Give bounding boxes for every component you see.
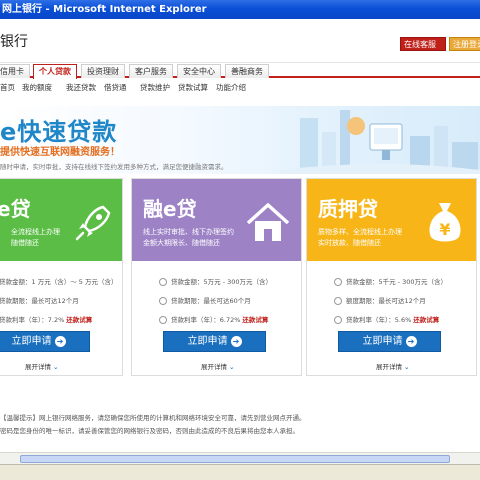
card-header: 质押贷 质物多样、全流程线上办理 实时放款、随借随还 ¥	[307, 179, 476, 261]
page-header: 银行 在线客服 注册登录	[0, 19, 480, 63]
bank-logo-text: 银行	[0, 34, 28, 50]
loan-rate: 贷款利率（年）：6.72% 还款试算	[159, 314, 268, 326]
subnav-loan-calculator[interactable]: 贷款试算	[178, 80, 208, 96]
subnav-loan-maintenance[interactable]: 贷款维护	[140, 80, 170, 96]
online-service-button[interactable]: 在线客服	[400, 37, 446, 51]
loan-card-e-dai: e贷 全流程线上办理 随借随还 贷款金额：1 万元（含）～ 5 万元（含） 贷款…	[0, 178, 123, 376]
scrollbar-thumb[interactable]	[20, 455, 450, 463]
rocket-icon	[75, 205, 111, 241]
tab-personal-loan[interactable]: 个人贷款	[33, 64, 77, 79]
subnav-my-limit[interactable]: 我的额度	[22, 80, 52, 96]
loan-term: 额度期限：最长可达12个月	[334, 295, 426, 307]
apply-now-button[interactable]: 立即申请 ➔	[163, 331, 266, 352]
card-desc: 线上实时审批、线下办理签约 金额大期限长、随借随还	[143, 227, 234, 249]
tab-customer-service[interactable]: 客户服务	[129, 64, 173, 78]
house-icon	[246, 203, 290, 241]
window-title: 网上银行 - Microsoft Internet Explorer	[2, 4, 207, 15]
expand-details-link[interactable]: 展开详情 ⌄	[25, 361, 58, 371]
loan-term: 贷款期限：最长可达12个月	[0, 297, 79, 305]
security-notice: 【温馨提示】网上银行网络服务，请您确保您所使用的计算机和网络环境安全可靠，请先到…	[0, 412, 480, 446]
money-bag-icon: ¥	[429, 203, 461, 242]
subnav-feature-intro[interactable]: 功能介绍	[216, 80, 246, 96]
subnav-jiedaitong[interactable]: 借贷通	[104, 80, 127, 96]
loan-card-rong-e-dai: 融e贷 线上实时审批、线下办理签约 金额大期限长、随借随还 贷款金额：5万元 -…	[131, 178, 302, 376]
card-desc-line2: 随借随还	[11, 239, 39, 247]
svg-text:¥: ¥	[439, 220, 450, 239]
banner-title: e快速贷款	[0, 118, 118, 146]
tab-security-center[interactable]: 安全中心	[177, 64, 221, 78]
chevron-down-icon: ⌄	[229, 363, 235, 371]
card-title: 融e贷	[143, 197, 197, 221]
loan-term: 贷款期限：最长可达60个月	[159, 295, 251, 307]
repayment-calculator-link[interactable]: 还款试算	[413, 316, 439, 324]
card-desc-line1: 全流程线上办理	[11, 228, 60, 236]
repayment-calculator-link[interactable]: 还款试算	[242, 316, 268, 324]
card-header: e贷 全流程线上办理 随借随还	[0, 179, 122, 261]
promo-banner[interactable]: e快速贷款 提供快速互联网融资服务！ 随时申请，实时审批，支持在线线下签约发用多…	[0, 106, 480, 174]
card-desc-line2: 金额大期限长、随借随还	[143, 239, 220, 247]
card-header: 融e贷 线上实时审批、线下办理签约 金额大期限长、随借随还	[132, 179, 301, 261]
loan-amount: 贷款金额：1 万元（含）～ 5 万元（含）	[0, 278, 118, 286]
card-desc: 全流程线上办理 随借随还	[11, 227, 60, 249]
browser-window: 网上银行 - Microsoft Internet Explorer 银行 在线…	[0, 0, 480, 480]
loan-rate: 贷款利率（年）：5.6% 还款试算	[334, 314, 439, 326]
chevron-down-icon: ⌄	[404, 363, 410, 371]
card-desc-line1: 线上实时审批、线下办理签约	[143, 228, 234, 236]
tab-investment[interactable]: 投资理财	[81, 64, 125, 78]
tab-credit-card[interactable]: 信用卡	[0, 64, 30, 78]
banner-subtitle: 提供快速互联网融资服务！	[0, 147, 120, 158]
horizontal-scrollbar[interactable]	[0, 452, 480, 464]
register-login-button[interactable]: 注册登录	[449, 37, 480, 51]
expand-details-link[interactable]: 展开详情 ⌄	[201, 361, 234, 371]
card-title: e贷	[0, 197, 31, 221]
notice-line-2: 密码是您身份的唯一标识，请妥善保管您的网络银行及密码，否则由此造成的不良后果将由…	[0, 427, 299, 435]
apply-now-button[interactable]: 立即申请 ➔	[338, 331, 441, 352]
chevron-down-icon: ⌄	[53, 363, 59, 371]
subnav-repay-loan[interactable]: 我还贷款	[66, 80, 96, 96]
notice-line-1: 【温馨提示】网上银行网络服务，请您确保您所使用的计算机和网络环境安全可靠，请先到…	[0, 414, 306, 422]
arrow-right-icon: ➔	[54, 335, 66, 347]
arrow-right-icon: ➔	[230, 335, 242, 347]
loan-rate: 贷款利率（年）：7.2% 还款试算	[0, 316, 93, 324]
banner-description: 随时申请，实时审批，支持在线线下签约发用多种方式，满足您便捷融资需求。	[0, 163, 228, 171]
card-desc-line1: 质物多样、全流程线上办理	[318, 228, 402, 236]
card-title: 质押贷	[318, 197, 378, 221]
arrow-right-icon: ➔	[405, 335, 417, 347]
main-nav: 信用卡 个人贷款 投资理财 客户服务 安全中心 善融商务	[0, 63, 480, 79]
loan-amount: 贷款金额：5千元 - 300万元（含）	[334, 276, 447, 288]
loan-amount: 贷款金额：5万元 - 300万元（含）	[159, 276, 272, 288]
subnav-home[interactable]: 首页	[0, 80, 15, 96]
card-desc: 质物多样、全流程线上办理 实时放款、随借随还	[318, 227, 402, 249]
repayment-calculator-link[interactable]: 还款试算	[66, 316, 92, 324]
card-desc-line2: 实时放款、随借随还	[318, 239, 381, 247]
expand-details-link[interactable]: 展开详情 ⌄	[376, 361, 409, 371]
window-title-bar: 网上银行 - Microsoft Internet Explorer	[0, 0, 480, 19]
city-skyline-illustration	[280, 110, 480, 174]
sub-nav: 首页 我的额度 我还贷款 借贷通 贷款维护 贷款试算 功能介绍	[0, 80, 480, 96]
tab-shanrong-commerce[interactable]: 善融商务	[225, 64, 269, 78]
status-bar	[0, 464, 480, 480]
apply-now-button[interactable]: 立即申请 ➔	[0, 331, 90, 352]
loan-card-pledge-loan: 质押贷 质物多样、全流程线上办理 实时放款、随借随还 ¥ 贷款金额：5千元 - …	[306, 178, 477, 376]
